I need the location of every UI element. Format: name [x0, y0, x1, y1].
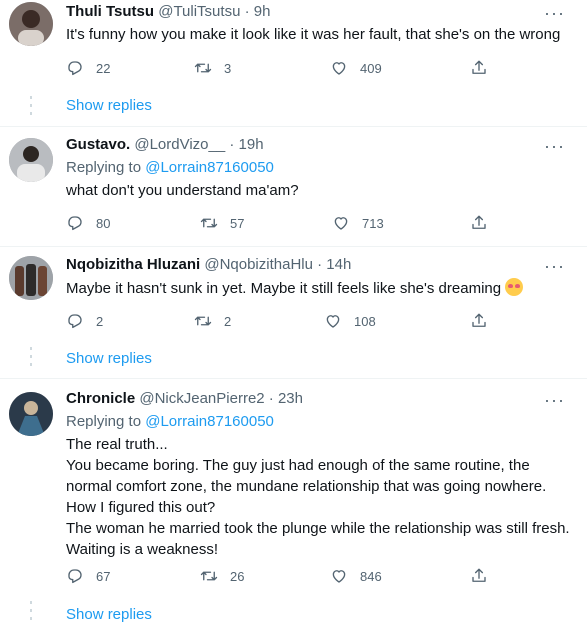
- retweet-button[interactable]: 2: [194, 311, 231, 331]
- tweet-text-line: normal comfort zone, the mundane relatio…: [66, 478, 547, 495]
- show-replies-link[interactable]: Show replies: [66, 350, 152, 367]
- like-button[interactable]: 108: [324, 311, 376, 331]
- thread-connector: [30, 347, 32, 371]
- heart-icon: [326, 315, 340, 328]
- share-icon: [472, 313, 486, 327]
- more-options-icon[interactable]: ···: [544, 257, 565, 275]
- author-name[interactable]: Thuli Tsutsu: [66, 3, 154, 20]
- reply-icon: [68, 569, 82, 584]
- like-count: 108: [354, 313, 376, 329]
- author-name[interactable]: Chronicle: [66, 390, 135, 407]
- replying-to: Replying to @Lorrain87160050: [66, 158, 274, 178]
- show-replies-link[interactable]: Show replies: [66, 97, 152, 114]
- retweet-button[interactable]: 26: [200, 566, 244, 586]
- retweet-count: 26: [230, 568, 245, 584]
- thread-connector: [30, 96, 32, 120]
- tweet-text: The real truth... You became boring. The…: [66, 434, 576, 560]
- retweet-count: 3: [224, 60, 232, 76]
- thread-connector: [30, 601, 32, 625]
- reply-button[interactable]: 22: [66, 58, 110, 78]
- retweet-icon: [200, 218, 218, 228]
- action-bar: 80 57 713: [66, 213, 496, 233]
- share-button[interactable]: [470, 213, 488, 233]
- tweet-text-line: Waiting is a weakness!: [66, 541, 219, 558]
- heart-icon: [332, 62, 346, 75]
- author-handle-time[interactable]: @TuliTsutsu · 9h: [158, 3, 270, 20]
- author-handle-time[interactable]: @LordVizo__ · 19h: [134, 136, 263, 153]
- reply-button[interactable]: 80: [66, 213, 110, 233]
- like-button[interactable]: 713: [332, 213, 384, 233]
- like-button[interactable]: 846: [330, 566, 382, 586]
- tweet-text-content: Maybe it hasn't sunk in yet. Maybe it st…: [66, 280, 502, 297]
- tweet-text-line: Maybe it hasn't sunk in yet. Maybe it st…: [66, 278, 576, 299]
- reply-button[interactable]: 67: [66, 566, 110, 586]
- tweet-header: Chronicle @NickJeanPierre2 · 23h: [66, 389, 303, 409]
- tweet-text-line: what don't you understand ma'am?: [66, 182, 299, 199]
- tweet-text-line: It's funny how you make it look like it …: [66, 26, 561, 43]
- tweet-text: Maybe it hasn't sunk in yet. Maybe it st…: [66, 278, 576, 299]
- heart-eyes-emoji-icon: [505, 278, 524, 296]
- replying-to-label: Replying to: [66, 413, 146, 430]
- reply-icon: [68, 314, 82, 329]
- share-button[interactable]: [470, 311, 488, 331]
- tweet-text: It's funny how you make it look like it …: [66, 24, 576, 45]
- reply-count: 67: [96, 568, 111, 584]
- avatar[interactable]: [9, 2, 53, 46]
- tweet-text-line: The real truth...: [66, 436, 168, 453]
- retweet-button[interactable]: 57: [200, 213, 244, 233]
- tweet-1[interactable]: Thuli Tsutsu @TuliTsutsu · 9h ··· It's f…: [0, 0, 587, 126]
- retweet-count: 57: [230, 215, 245, 231]
- tweet-header: Gustavo. @LordVizo__ · 19h: [66, 135, 264, 155]
- more-options-icon[interactable]: ···: [544, 137, 565, 155]
- tweet-3[interactable]: Nqobizitha Hluzani @NqobizithaHlu · 14h …: [0, 247, 587, 378]
- retweet-icon: [194, 63, 212, 73]
- author-handle-time[interactable]: @NqobizithaHlu · 14h: [204, 256, 351, 273]
- more-options-icon[interactable]: ···: [544, 391, 565, 409]
- retweet-count: 2: [224, 313, 232, 329]
- mention-link[interactable]: @Lorrain87160050: [145, 413, 274, 430]
- tweet-text-line: The woman he married took the plunge whi…: [66, 520, 570, 537]
- action-bar: 2 2 108: [66, 311, 496, 331]
- like-button[interactable]: 409: [330, 58, 382, 78]
- tweet-text-line: How I figured this out?: [66, 499, 216, 516]
- tweet-text: what don't you understand ma'am?: [66, 180, 576, 201]
- reply-icon: [68, 216, 82, 231]
- author-name[interactable]: Nqobizitha Hluzani: [66, 256, 200, 273]
- replying-to-label: Replying to: [66, 159, 146, 176]
- tweet-header: Thuli Tsutsu @TuliTsutsu · 9h: [66, 2, 270, 22]
- share-icon: [472, 215, 486, 229]
- like-count: 846: [360, 568, 382, 584]
- share-button[interactable]: [470, 58, 488, 78]
- replying-to: Replying to @Lorrain87160050: [66, 412, 274, 432]
- retweet-icon: [200, 571, 218, 581]
- reply-count: 22: [96, 60, 111, 76]
- share-button[interactable]: [470, 566, 488, 586]
- reply-button[interactable]: 2: [66, 311, 103, 331]
- mention-link[interactable]: @Lorrain87160050: [145, 159, 274, 176]
- like-count: 409: [360, 60, 382, 76]
- heart-icon: [334, 217, 348, 230]
- action-bar: 67 26 846: [66, 566, 496, 586]
- avatar[interactable]: [9, 138, 53, 182]
- show-replies-link[interactable]: Show replies: [66, 606, 152, 623]
- action-bar: 22 3 409: [66, 58, 496, 78]
- heart-icon: [332, 570, 346, 583]
- like-count: 713: [362, 215, 384, 231]
- share-icon: [472, 60, 486, 74]
- reply-icon: [68, 61, 82, 76]
- more-options-icon[interactable]: ···: [544, 4, 565, 22]
- avatar[interactable]: [9, 256, 53, 300]
- tweet-header: Nqobizitha Hluzani @NqobizithaHlu · 14h: [66, 255, 351, 275]
- author-name[interactable]: Gustavo.: [66, 136, 130, 153]
- avatar[interactable]: [9, 392, 53, 436]
- tweet-4[interactable]: Chronicle @NickJeanPierre2 · 23h ··· Rep…: [0, 379, 587, 624]
- tweet-text-line: You became boring. The guy just had enou…: [66, 457, 530, 474]
- retweet-button[interactable]: 3: [194, 58, 231, 78]
- reply-count: 80: [96, 215, 111, 231]
- retweet-icon: [194, 316, 212, 326]
- reply-count: 2: [96, 313, 104, 329]
- tweet-2[interactable]: Gustavo. @LordVizo__ · 19h ··· Replying …: [0, 127, 587, 246]
- author-handle-time[interactable]: @NickJeanPierre2 · 23h: [139, 390, 303, 407]
- share-icon: [472, 568, 486, 582]
